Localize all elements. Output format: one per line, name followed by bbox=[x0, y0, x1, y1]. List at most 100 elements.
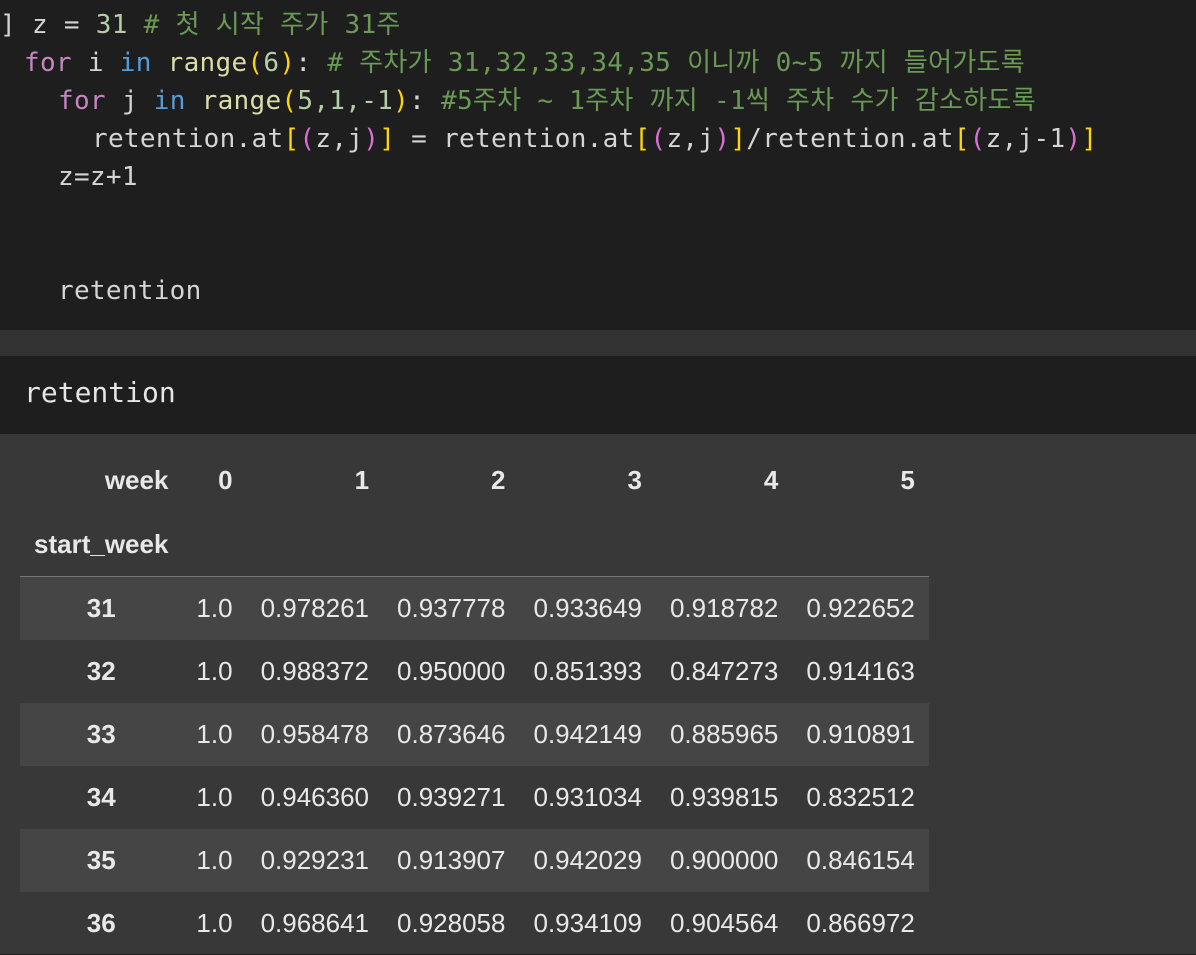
code-keyword: for bbox=[24, 48, 72, 78]
code-cell[interactable]: ] z = 31 # 첫 시작 주가 31주 for i in range(6)… bbox=[0, 0, 1196, 330]
column-header: 4 bbox=[763, 464, 779, 495]
table-cell: 0.851393 bbox=[533, 655, 642, 686]
column-header: 3 bbox=[627, 464, 642, 495]
code-text: z = bbox=[31, 10, 96, 40]
column-header: 5 bbox=[900, 464, 915, 495]
code-function: range bbox=[201, 86, 282, 116]
code-bracket: [ bbox=[634, 124, 651, 154]
code-bracket: ) bbox=[363, 124, 380, 154]
code-text: i bbox=[71, 48, 120, 78]
code-line-4: retention.at[(z,j)] = retention.at[(z,j)… bbox=[92, 120, 1097, 158]
table-cell: 1.0 bbox=[196, 718, 233, 749]
table-row: 33 1.0 0.958478 0.873646 0.942149 0.885965 0.9… bbox=[20, 702, 929, 766]
code-bracket: ] bbox=[379, 124, 396, 154]
table-cell: 0.929231 bbox=[260, 844, 370, 875]
row-index: 34 bbox=[86, 781, 116, 812]
output-area[interactable]: week 0 1 2 3 4 5 start_week 31 1.0 0.97826… bbox=[0, 434, 1196, 954]
code-text: / bbox=[746, 124, 763, 154]
column-header: 2 bbox=[491, 464, 506, 495]
code-line-3: for j in range(5,1,-1): #5주차 ~ 1주차 까지 -1… bbox=[58, 82, 1036, 120]
table-cell: 0.978261 bbox=[260, 592, 370, 623]
code-function: range bbox=[167, 48, 248, 78]
code-bracket: ) bbox=[279, 48, 296, 78]
code-bracket: ) bbox=[393, 86, 410, 116]
code-text: = bbox=[395, 124, 444, 154]
table-cell: 0.885965 bbox=[669, 718, 779, 749]
row-index: 36 bbox=[86, 907, 116, 938]
table-row: 31 1.0 0.978261 0.937778 0.933649 0.918782 0.9… bbox=[20, 576, 929, 640]
table-cell: 0.918782 bbox=[669, 592, 779, 623]
code-bracket: ) bbox=[714, 124, 731, 154]
code-text: retention.at bbox=[762, 124, 954, 154]
dataframe-table: week 0 1 2 3 4 5 start_week 31 1.0 0.97826… bbox=[20, 448, 929, 955]
column-header: 1 bbox=[354, 464, 370, 495]
row-index: 33 bbox=[86, 718, 116, 749]
code-line-2: for i in range(6): # 주차가 31,32,33,34,35 … bbox=[24, 44, 1025, 82]
code-keyword: in bbox=[153, 86, 186, 116]
table-cell: 0.904564 bbox=[669, 907, 779, 938]
code-line-1: ] z = 31 # 첫 시작 주가 31주 bbox=[0, 6, 401, 44]
code-comment: # 주차가 31,32,33,34,35 이니까 0~5 까지 들어가도록 bbox=[327, 48, 1025, 78]
table-cell: 0.937778 bbox=[397, 592, 506, 623]
table-cell: 0.873646 bbox=[397, 718, 506, 749]
table-cell: 0.866972 bbox=[806, 907, 915, 938]
table-cell: 0.934109 bbox=[533, 907, 642, 938]
code-keyword: for bbox=[58, 86, 106, 116]
index-header-row: start_week bbox=[20, 512, 929, 577]
code-bracket: ( bbox=[281, 86, 298, 116]
row-index: 35 bbox=[86, 844, 116, 875]
table-cell: 0.942149 bbox=[533, 718, 642, 749]
code-text: retention.at bbox=[443, 124, 635, 154]
cell-separator bbox=[0, 330, 1196, 356]
output-title: retention bbox=[24, 376, 176, 409]
table-cell: 1.0 bbox=[196, 844, 233, 875]
column-header: 0 bbox=[218, 464, 233, 495]
code-bracket: [ bbox=[283, 124, 300, 154]
table-cell: 0.928058 bbox=[397, 907, 506, 938]
code-text: z,j bbox=[666, 124, 715, 154]
index-axis-label: start_week bbox=[20, 512, 183, 577]
table-cell: 0.968641 bbox=[260, 907, 370, 938]
code-keyword: in bbox=[119, 48, 152, 78]
table-cell: 0.946360 bbox=[260, 781, 370, 812]
table-cell: 1.0 bbox=[196, 592, 233, 623]
table-row: 32 1.0 0.988372 0.950000 0.851393 0.847273 0.9… bbox=[20, 640, 929, 703]
code-bracket: ) bbox=[1065, 124, 1082, 154]
table-cell: 0.958478 bbox=[260, 718, 370, 749]
code-comment: # 첫 시작 주가 31주 bbox=[143, 10, 401, 40]
code-line-5: z=z+1 bbox=[58, 162, 138, 192]
table-row: 35 1.0 0.929231 0.913907 0.942029 0.900000 0.8… bbox=[20, 828, 929, 892]
code-bracket: ( bbox=[969, 124, 986, 154]
table-cell: 0.832512 bbox=[806, 781, 915, 812]
column-axis-label: week bbox=[104, 464, 169, 495]
code-number: 5,1,-1 bbox=[297, 86, 394, 116]
code-text: z,j bbox=[315, 124, 364, 154]
code-bracket: ( bbox=[299, 124, 316, 154]
code-bracket: [ bbox=[953, 124, 970, 154]
code-text: j bbox=[105, 86, 154, 116]
table-cell: 0.847273 bbox=[669, 655, 779, 686]
table-cell: 0.942029 bbox=[533, 844, 642, 875]
table-row: 34 1.0 0.946360 0.939271 0.931034 0.939815 0.8… bbox=[20, 766, 929, 829]
code-bracket: ] bbox=[730, 124, 747, 154]
cell-bracket: ] bbox=[0, 10, 16, 40]
table-cell: 0.931034 bbox=[533, 781, 642, 812]
table-cell: 1.0 bbox=[196, 655, 233, 686]
code-bracket: ( bbox=[247, 48, 264, 78]
output-header: retention bbox=[0, 356, 1196, 434]
code-text: z,j-1 bbox=[985, 124, 1066, 154]
code-text: : bbox=[409, 86, 442, 116]
code-comment: #5주차 ~ 1주차 까지 -1씩 주차 수가 감소하도록 bbox=[441, 86, 1036, 116]
table-header-row: week 0 1 2 3 4 5 bbox=[20, 448, 929, 512]
table-cell: 0.950000 bbox=[397, 655, 506, 686]
code-bracket: ( bbox=[650, 124, 667, 154]
code-number: 6 bbox=[263, 48, 280, 78]
table-cell: 0.933649 bbox=[533, 592, 642, 623]
table-cell: 0.922652 bbox=[806, 592, 915, 623]
code-bracket: ] bbox=[1081, 124, 1098, 154]
row-index: 31 bbox=[86, 592, 116, 623]
table-row: 36 1.0 0.968641 0.928058 0.934109 0.904564 0.8… bbox=[20, 892, 929, 955]
table-cell: 0.939815 bbox=[669, 781, 779, 812]
code-number: 31 bbox=[95, 10, 128, 40]
code-text: : bbox=[295, 48, 328, 78]
